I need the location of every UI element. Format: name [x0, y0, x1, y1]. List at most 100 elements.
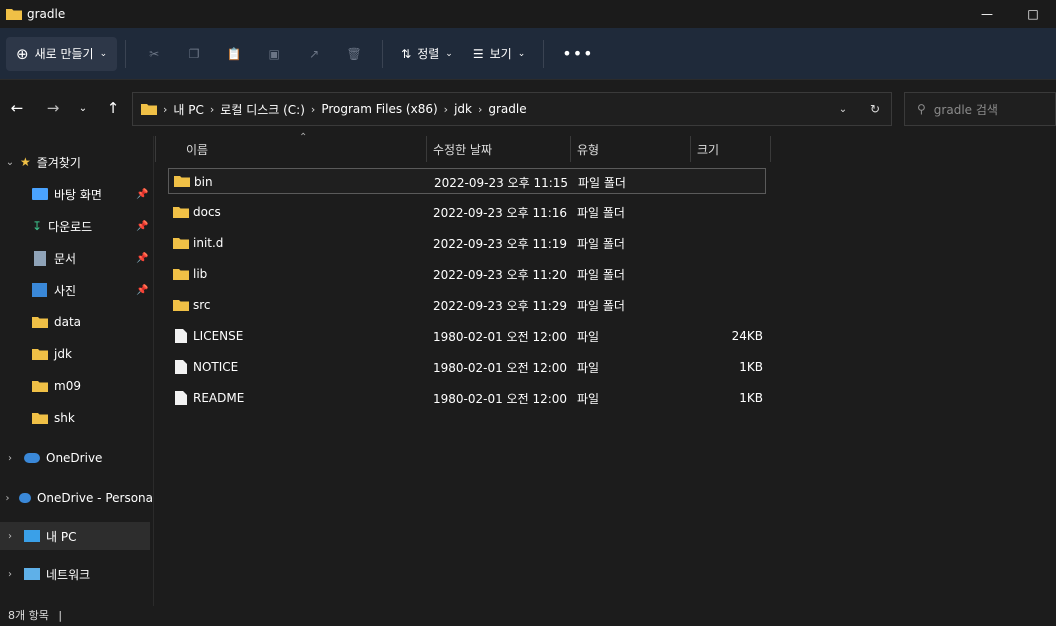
title-bar: gradle — □: [0, 0, 1056, 28]
view-button[interactable]: ☰ 보기 ⌄: [463, 37, 535, 71]
table-row[interactable]: bin 2022-09-23 오후 11:15 파일 폴더: [168, 168, 766, 194]
breadcrumb-segment[interactable]: gradle: [488, 102, 526, 116]
file-name: lib: [193, 267, 208, 281]
breadcrumb-segment[interactable]: 내 PC: [173, 101, 203, 118]
folder-icon: [173, 238, 189, 249]
back-arrow-icon[interactable]: ←: [2, 93, 32, 123]
chevron-right-icon[interactable]: ›: [0, 453, 20, 464]
file-modified: 1980-02-01 오전 12:00: [433, 391, 568, 406]
sidebar-item-pictures[interactable]: 사진 📌: [0, 274, 153, 306]
file-name: NOTICE: [193, 360, 239, 374]
more-options-icon[interactable]: •••: [552, 37, 603, 71]
sidebar-item-jdk[interactable]: jdk: [0, 338, 153, 370]
chevron-right-icon: ›: [443, 102, 449, 116]
file-type: 파일: [577, 391, 600, 406]
table-row[interactable]: src 2022-09-23 오후 11:29 파일 폴더: [168, 292, 766, 318]
chevron-right-icon[interactable]: ›: [0, 569, 20, 580]
new-button[interactable]: ⊕ 새로 만들기 ⌄: [6, 36, 118, 71]
address-dropdown-icon[interactable]: ⌄: [827, 104, 859, 115]
rename-icon[interactable]: ▣: [254, 37, 294, 71]
table-row[interactable]: LICENSE 1980-02-01 오전 12:00 파일 24KB: [168, 323, 766, 349]
column-header-modified[interactable]: 수정한 날짜: [427, 136, 571, 162]
table-row[interactable]: init.d 2022-09-23 오후 11:19 파일 폴더: [168, 230, 766, 256]
file-name: README: [193, 391, 245, 405]
sidebar-item-label: data: [54, 315, 82, 329]
paste-icon[interactable]: 📋: [214, 37, 254, 71]
chevron-right-icon[interactable]: ›: [0, 493, 15, 504]
sidebar-item-desktop[interactable]: 바탕 화면 📌: [0, 178, 153, 210]
sidebar-item-onedrive[interactable]: › OneDrive: [0, 442, 153, 474]
cloud-icon: [24, 453, 40, 463]
delete-icon[interactable]: 🗑: [334, 37, 374, 71]
new-button-label: 새로 만들기: [34, 47, 94, 61]
download-icon: ↧: [32, 219, 43, 233]
address-breadcrumb[interactable]: › 내 PC › 로컬 디스크 (C:) › Program Files (x8…: [132, 92, 892, 126]
sidebar-item-documents[interactable]: 문서 📌: [0, 242, 153, 274]
document-icon: [34, 250, 46, 266]
chevron-down-icon[interactable]: ⌄: [0, 157, 20, 168]
sidebar-item-label: 다운로드: [48, 219, 93, 234]
column-label: 수정한 날짜: [433, 142, 493, 157]
address-bar-row: ← → ⌄ ↑ › 내 PC › 로컬 디스크 (C:) › Program F…: [0, 80, 1056, 136]
column-label: 크기: [697, 142, 720, 157]
minimize-icon[interactable]: —: [964, 0, 1010, 28]
sidebar-item-label: 문서: [54, 251, 77, 266]
view-label: 보기: [489, 47, 512, 61]
sidebar-item-label: 내 PC: [46, 529, 77, 544]
column-header-size[interactable]: 크기: [691, 136, 771, 162]
breadcrumb-segment[interactable]: 로컬 디스크 (C:): [220, 101, 305, 118]
recent-chevron-icon[interactable]: ⌄: [68, 93, 98, 123]
file-modified: 2022-09-23 오후 11:15: [434, 175, 569, 190]
sidebar-item-onedrive-personal[interactable]: › OneDrive - Persona: [0, 482, 153, 514]
file-type: 파일 폴더: [577, 236, 625, 251]
file-icon: [175, 329, 187, 343]
maximize-icon[interactable]: □: [1010, 0, 1056, 28]
sidebar-item-this-pc[interactable]: › 내 PC: [0, 522, 150, 550]
view-icon: ☰: [472, 46, 484, 61]
chevron-right-icon[interactable]: ›: [0, 531, 20, 542]
breadcrumb-segment[interactable]: Program Files (x86): [321, 102, 437, 116]
search-box[interactable]: ⚲ gradle 검색: [904, 92, 1056, 126]
file-size: 24KB: [731, 329, 763, 343]
network-icon: [24, 568, 40, 580]
column-header-type[interactable]: 유형: [571, 136, 691, 162]
computer-icon: [24, 530, 40, 542]
table-row[interactable]: NOTICE 1980-02-01 오전 12:00 파일 1KB: [168, 354, 766, 380]
folder-icon: [173, 269, 189, 280]
pin-icon: 📌: [136, 220, 149, 232]
up-arrow-icon[interactable]: ↑: [98, 93, 128, 123]
file-size: [697, 261, 763, 287]
file-list: 이름 ⌃ 수정한 날짜 유형 크기 bin 2022-09-23 오후 11:1…: [155, 132, 1056, 606]
window-title-text: gradle: [27, 7, 66, 21]
refresh-icon[interactable]: ↻: [859, 102, 891, 116]
sidebar-item-downloads[interactable]: ↧ 다운로드 📌: [0, 210, 153, 242]
sidebar-item-favorites[interactable]: ⌄ ★ 즐겨찾기: [0, 146, 153, 178]
share-icon[interactable]: ↗: [294, 37, 334, 71]
column-header-name[interactable]: 이름 ⌃: [155, 132, 427, 162]
column-headers: 이름 ⌃ 수정한 날짜 유형 크기: [155, 132, 1056, 162]
file-modified: 2022-09-23 오후 11:16: [433, 205, 568, 220]
cut-icon[interactable]: ✂: [134, 37, 174, 71]
sidebar-item-label: m09: [54, 379, 81, 393]
file-name: LICENSE: [193, 329, 244, 343]
chevron-right-icon: ›: [163, 102, 168, 116]
forward-arrow-icon[interactable]: →: [38, 93, 68, 123]
breadcrumb-segment[interactable]: jdk: [454, 102, 472, 116]
pictures-icon: [32, 283, 47, 297]
sidebar-item-data[interactable]: data: [0, 306, 153, 338]
folder-icon: [32, 317, 48, 328]
sort-button[interactable]: ⇅ 정렬 ⌄: [391, 37, 463, 71]
table-row[interactable]: docs 2022-09-23 오후 11:16 파일 폴더: [168, 199, 766, 225]
table-row[interactable]: README 1980-02-01 오전 12:00 파일 1KB: [168, 385, 766, 411]
sidebar-item-network[interactable]: › 네트워크: [0, 558, 153, 590]
copy-icon[interactable]: ❐: [174, 37, 214, 71]
file-modified: 1980-02-01 오전 12:00: [433, 329, 568, 344]
sort-up-icon: ⌃: [299, 132, 308, 143]
file-size: [697, 230, 763, 256]
window-title: gradle: [6, 7, 65, 21]
table-row[interactable]: lib 2022-09-23 오후 11:20 파일 폴더: [168, 261, 766, 287]
sidebar-item-shk[interactable]: shk: [0, 402, 153, 434]
command-bar: ⊕ 새로 만들기 ⌄ ✂ ❐ 📋 ▣ ↗ 🗑 ⇅ 정렬 ⌄ ☰ 보기 ⌄ •••: [0, 28, 1056, 80]
toolbar-divider: [382, 39, 384, 68]
sidebar-item-m09[interactable]: m09: [0, 370, 153, 402]
